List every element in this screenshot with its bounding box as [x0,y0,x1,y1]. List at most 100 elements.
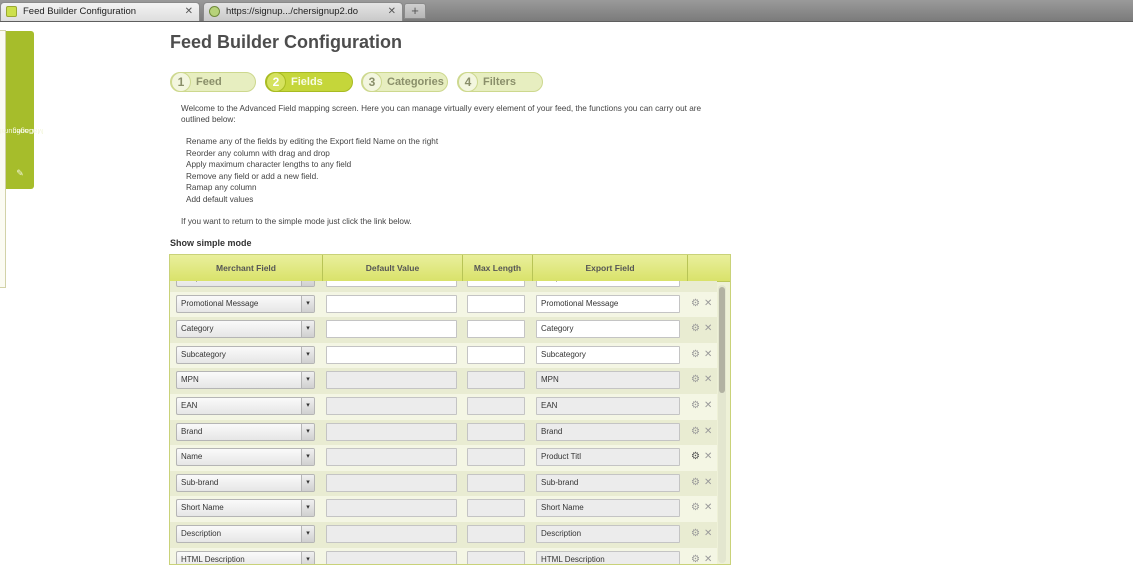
export-field-input[interactable]: Promotional Message [536,294,680,313]
merchant-field-select[interactable]: Promotional Message ▾ [176,294,315,313]
chevron-down-icon[interactable]: ▾ [301,281,314,286]
export-field-input[interactable]: Subcategory [536,345,680,364]
table-row[interactable]: HTML Description ▾ HTML Description ⚙ ✕ [170,547,717,564]
close-tab-icon[interactable]: ✕ [185,3,193,20]
max-length-input[interactable] [467,422,525,441]
delete-icon[interactable]: ✕ [704,373,712,387]
merchant-field-select[interactable]: HTML Description ▾ [176,550,315,564]
max-length-input[interactable] [467,473,525,492]
chevron-down-icon[interactable]: ▾ [301,500,314,517]
chevron-down-icon[interactable]: ▾ [301,372,314,389]
gear-icon[interactable]: ⚙ [691,476,700,490]
max-length-input[interactable] [467,499,525,518]
default-value-input[interactable] [326,397,457,415]
merchant-field-select[interactable]: MPN ▾ [176,371,315,390]
max-length-input[interactable] [467,397,525,415]
max-length-input[interactable] [467,550,525,564]
chevron-down-icon[interactable]: ▾ [301,551,314,564]
gear-icon[interactable]: ⚙ [691,348,700,362]
delete-icon[interactable]: ✕ [704,297,712,311]
show-simple-mode-link[interactable]: Show simple mode [170,238,252,248]
configuration-manager-tab[interactable]: ConfigurationManager ✎ [0,31,43,189]
merchant-field-select[interactable]: Sub-brand ▾ [176,473,315,492]
delete-icon[interactable]: ✕ [704,553,712,564]
max-length-input[interactable] [467,525,525,543]
max-length-input[interactable] [467,281,525,287]
delete-icon[interactable]: ✕ [704,399,712,413]
delete-icon[interactable]: ✕ [704,281,712,285]
gear-icon[interactable]: ⚙ [691,425,700,439]
default-value-input[interactable] [326,320,457,339]
delete-icon[interactable]: ✕ [704,322,712,336]
merchant-field-select[interactable]: Brand ▾ [176,422,315,441]
table-scrollbar[interactable] [718,285,726,563]
gear-icon[interactable]: ⚙ [691,450,700,464]
default-value-input[interactable] [326,473,457,492]
chevron-down-icon[interactable]: ▾ [301,321,314,338]
merchant-field-select[interactable]: EAN ▾ [176,397,315,415]
default-value-input[interactable] [326,448,457,467]
export-field-input[interactable]: HTML Description [536,550,680,564]
export-field-input[interactable]: MPN [536,371,680,390]
table-row[interactable]: Promotional Message ▾ Promotional Message ⚙… [170,291,717,318]
chevron-down-icon[interactable]: ▾ [301,526,314,542]
chevron-down-icon[interactable]: ▾ [301,398,314,414]
step-filters[interactable]: 4 Filters [457,72,543,92]
gear-icon[interactable]: ⚙ [691,501,700,515]
default-value-input[interactable] [326,525,457,543]
max-length-input[interactable] [467,345,525,364]
chevron-down-icon[interactable]: ▾ [301,346,314,363]
max-length-input[interactable] [467,371,525,390]
table-row[interactable]: Subcategory ▾ Subcategory ⚙ ✕ [170,342,717,369]
merchant-field-select[interactable]: Category ▾ [176,320,315,339]
step-feed[interactable]: 1 Feed [170,72,256,92]
delete-icon[interactable]: ✕ [704,348,712,362]
default-value-input[interactable] [326,550,457,564]
gear-icon[interactable]: ⚙ [691,373,700,387]
export-field-input[interactable]: EAN [536,397,680,415]
max-length-input[interactable] [467,294,525,313]
table-row[interactable]: Description ▾ Description ⚙ ✕ [170,522,717,548]
gear-icon[interactable]: ⚙ [691,553,700,564]
export-field-input[interactable]: Product Titl [536,448,680,467]
chevron-down-icon[interactable]: ▾ [301,295,314,312]
delete-icon[interactable]: ✕ [704,450,712,464]
merchant-field-select[interactable]: Description ▾ [176,525,315,543]
export-field-input[interactable]: Unique Id [536,281,680,287]
table-row[interactable]: MPN ▾ MPN ⚙ ✕ [170,368,717,394]
gear-icon[interactable]: ⚙ [691,297,700,311]
delete-icon[interactable]: ✕ [704,425,712,439]
chevron-down-icon[interactable]: ▾ [301,449,314,466]
gear-icon[interactable]: ⚙ [691,322,700,336]
default-value-input[interactable] [326,422,457,441]
scrollbar-thumb[interactable] [719,287,725,393]
delete-icon[interactable]: ✕ [704,527,712,541]
merchant-field-select[interactable]: Name ▾ [176,448,315,467]
merchant-field-select[interactable]: Subcategory ▾ [176,345,315,364]
chevron-down-icon[interactable]: ▾ [301,474,314,491]
chevron-down-icon[interactable]: ▾ [301,423,314,440]
gear-icon[interactable]: ⚙ [691,527,700,541]
max-length-input[interactable] [467,320,525,339]
step-categories[interactable]: 3 Categories [361,72,448,92]
default-value-input[interactable] [326,281,457,287]
browser-tab-signup[interactable]: https://signup.../chersignup2.do ✕ [203,2,403,21]
new-tab-button[interactable]: + [404,3,426,19]
gear-icon[interactable]: ⚙ [691,281,700,285]
max-length-input[interactable] [467,448,525,467]
export-field-input[interactable]: Short Name [536,499,680,518]
table-row[interactable]: Name ▾ Product Titl ⚙ ✕ [170,445,717,471]
delete-icon[interactable]: ✕ [704,476,712,490]
default-value-input[interactable] [326,345,457,364]
export-field-input[interactable]: Description [536,525,680,543]
table-row[interactable]: EAN ▾ EAN ⚙ ✕ [170,394,717,420]
default-value-input[interactable] [326,294,457,313]
step-fields[interactable]: 2 Fields [265,72,353,92]
browser-tab-feed-builder[interactable]: Feed Builder Configuration ✕ [0,2,200,21]
export-field-input[interactable]: Category [536,320,680,339]
merchant-field-select[interactable]: Unique Id ▾ [176,281,315,287]
merchant-field-select[interactable]: Short Name ▾ [176,499,315,518]
table-row[interactable]: Category ▾ Category ⚙ ✕ [170,317,717,343]
default-value-input[interactable] [326,371,457,390]
delete-icon[interactable]: ✕ [704,501,712,515]
